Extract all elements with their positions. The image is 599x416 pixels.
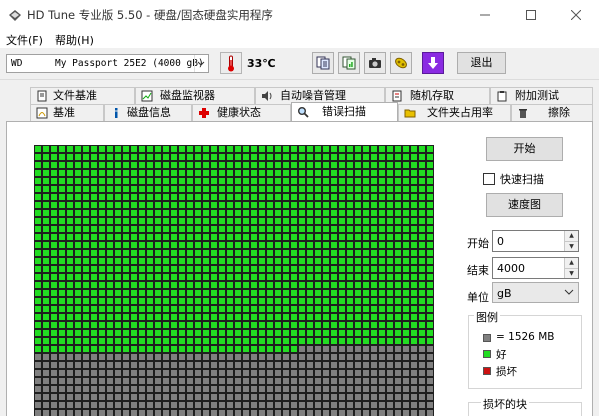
exit-button[interactable]: 退出	[457, 52, 506, 74]
tab-health[interactable]: 健康状态	[192, 104, 291, 121]
start-scan-button[interactable]: 开始	[486, 137, 563, 161]
app-logo-icon	[9, 10, 21, 21]
bad-blocks-title: 损坏的块	[481, 396, 529, 412]
start-field-label: 开始	[467, 237, 489, 250]
unit-select[interactable]: gB	[492, 282, 579, 303]
benchmark-icon	[36, 107, 48, 119]
copy-text-button[interactable]	[312, 52, 334, 74]
maximize-icon	[526, 10, 536, 20]
tab-folder-usage[interactable]: 文件夹占用率	[398, 104, 511, 121]
minimize-icon	[480, 14, 490, 16]
menu-help[interactable]: 帮助(H)	[55, 32, 94, 48]
legend-ok-label: 好	[496, 349, 507, 361]
drive-select[interactable]: WD My Passport 25E2 (4000 gB)	[6, 54, 209, 73]
close-button[interactable]	[553, 0, 599, 30]
list-document-icon	[392, 90, 402, 102]
scan-block-map	[34, 145, 434, 416]
error-scan-panel: 开始 快速扫描 速度图 开始 0 ▲ ▼ 结束 4000 ▲ ▼ 单位 gB 图…	[6, 122, 593, 416]
tabs-row-2: 基准 磁盘信息 健康状态 错误扫描 文件夹占用率 擦除	[0, 102, 599, 121]
info-icon	[115, 108, 118, 118]
clipboard-icon	[497, 91, 507, 102]
temperature-value: 33℃	[247, 57, 276, 70]
drive-vendor: WD	[11, 58, 23, 69]
chevron-down-icon	[194, 55, 206, 72]
legend-title: 图例	[474, 309, 500, 325]
window-title: HD Tune 专业版 5.50 - 硬盘/固态硬盘实用程序	[27, 8, 273, 22]
screenshot-button[interactable]	[364, 52, 386, 74]
menu-bar: 文件(F) 帮助(H)	[0, 30, 599, 48]
end-field-label: 结束	[467, 264, 489, 277]
copy-chart-icon	[342, 56, 356, 70]
tab-erase[interactable]: 擦除	[511, 104, 593, 121]
unit-label: 单位	[467, 291, 489, 304]
download-arrow-icon	[428, 57, 438, 69]
drive-name: My Passport 25E2 (4000 gB)	[55, 58, 204, 69]
legend-ok-swatch	[483, 350, 491, 358]
camera-icon	[369, 58, 381, 68]
health-cross-icon	[199, 108, 209, 118]
folder-icon	[404, 109, 416, 118]
copy-image-button[interactable]	[338, 52, 360, 74]
close-icon	[571, 10, 581, 20]
legend-block-size: = 1526 MB	[496, 331, 555, 343]
spin-down-icon[interactable]: ▼	[564, 268, 578, 278]
toolbar: WD My Passport 25E2 (4000 gB) 33℃ 退出	[0, 48, 599, 80]
quick-scan-label: 快速扫描	[500, 173, 544, 186]
magnifier-icon	[298, 107, 309, 118]
save-button[interactable]	[422, 52, 444, 74]
tab-disk-monitor[interactable]: 磁盘监视器	[135, 87, 255, 104]
maximize-button[interactable]	[508, 0, 554, 30]
tab-extra-tests[interactable]: 附加测试	[490, 87, 593, 104]
start-input[interactable]: 0 ▲ ▼	[492, 230, 579, 252]
speaker-icon	[262, 91, 272, 101]
options-button[interactable]	[390, 52, 412, 74]
copy-document-icon	[316, 56, 330, 70]
thermometer-icon	[220, 52, 242, 74]
quick-scan-checkbox[interactable]	[483, 173, 495, 185]
hdtune-window: HD Tune 专业版 5.50 - 硬盘/固态硬盘实用程序 文件(F) 帮助(…	[0, 0, 599, 416]
tab-error-scan[interactable]: 错误扫描	[291, 102, 398, 121]
speed-map-button[interactable]: 速度图	[486, 193, 563, 217]
menu-file[interactable]: 文件(F)	[6, 32, 43, 48]
legend-untested-swatch	[483, 334, 491, 342]
spin-up-icon[interactable]: ▲	[564, 231, 578, 241]
tab-file-benchmark[interactable]: 文件基准	[30, 87, 135, 104]
chevron-down-icon	[564, 286, 574, 301]
legend-bad-swatch	[483, 367, 491, 375]
trash-icon	[519, 109, 527, 118]
spin-up-icon[interactable]: ▲	[564, 258, 578, 268]
tab-benchmark[interactable]: 基准	[30, 104, 104, 121]
tab-random-access[interactable]: 随机存取	[385, 87, 490, 104]
end-input[interactable]: 4000 ▲ ▼	[492, 257, 579, 279]
tab-disk-info[interactable]: 磁盘信息	[104, 104, 192, 121]
title-bar: HD Tune 专业版 5.50 - 硬盘/固态硬盘实用程序	[0, 0, 599, 30]
tools-icon	[395, 57, 407, 69]
monitor-chart-icon	[141, 90, 153, 102]
document-icon	[37, 90, 47, 102]
legend-bad-label: 损坏	[496, 366, 517, 378]
spin-down-icon[interactable]: ▼	[564, 241, 578, 251]
minimize-button[interactable]	[462, 0, 508, 30]
